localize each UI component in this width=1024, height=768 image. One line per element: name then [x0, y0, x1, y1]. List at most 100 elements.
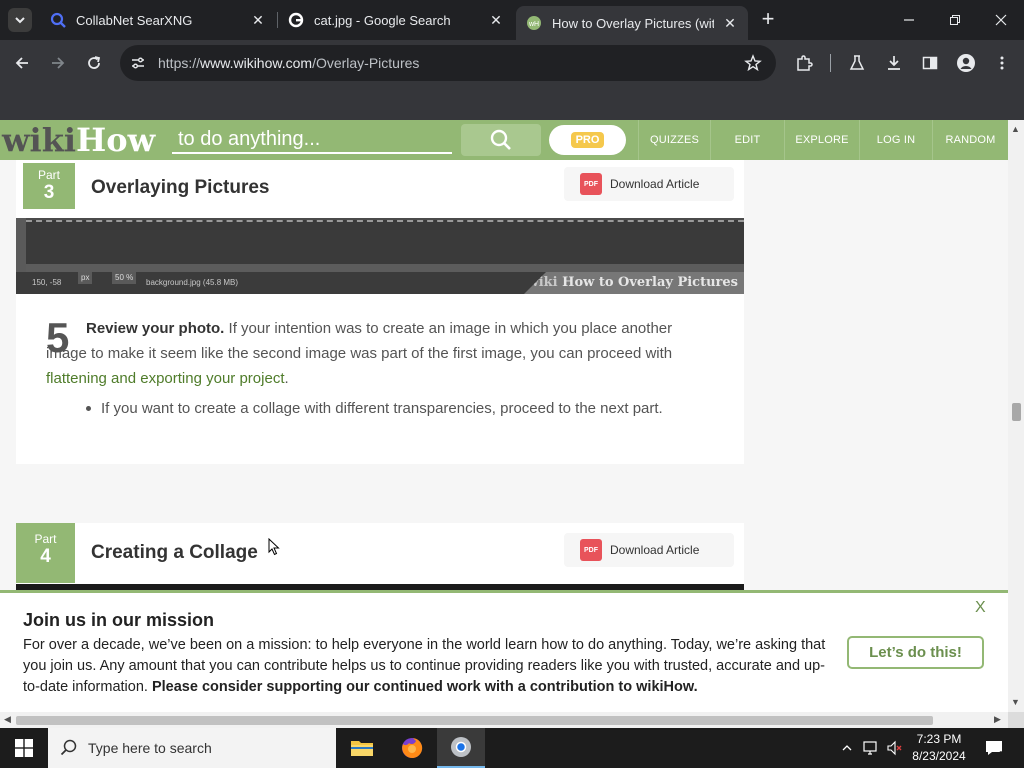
banner-bold: Please consider supporting our continued… — [151, 679, 698, 695]
taskbar-chrome[interactable] — [437, 728, 485, 768]
reload-button[interactable] — [82, 51, 106, 75]
svg-text:wH: wH — [528, 21, 539, 28]
nav-explore[interactable]: EXPLORE — [784, 120, 859, 160]
part-badge: Part 3 — [23, 163, 75, 209]
download-label: Download Article — [610, 177, 700, 191]
download-label: Download Article — [610, 543, 700, 557]
banner-close-button[interactable]: X — [975, 599, 986, 617]
tab-searxng[interactable]: CollabNet SearXNG ✕ — [40, 6, 276, 34]
restore-icon — [950, 15, 960, 25]
image-filename: background.jpg (45.8 MB) — [146, 278, 239, 287]
taskbar-search-placeholder: Type here to search — [88, 740, 212, 756]
start-button[interactable] — [0, 728, 48, 768]
pro-badge: PRO — [570, 132, 605, 148]
scroll-up-icon[interactable]: ▲ — [1011, 124, 1020, 134]
wikihow-watermark: wiki How to Overlay Pictures — [524, 272, 744, 294]
download-article-button[interactable]: PDF Download Article — [564, 167, 734, 201]
extensions-button[interactable] — [792, 51, 816, 75]
volume-button[interactable] — [884, 728, 906, 768]
browser-toolbar: https://www.wikihow.com/Overlay-Pictures — [0, 40, 1024, 86]
chevron-up-icon — [842, 745, 852, 751]
image-ruler — [16, 218, 26, 274]
scroll-right-icon[interactable]: ▶ — [994, 714, 1001, 725]
close-tab-icon[interactable]: ✕ — [488, 12, 504, 28]
back-button[interactable] — [10, 51, 34, 75]
pro-button[interactable]: PRO — [549, 125, 626, 155]
image-scrollbar — [26, 264, 744, 272]
puzzle-icon — [797, 55, 813, 71]
folder-icon — [351, 741, 373, 756]
volume-muted-icon — [887, 740, 902, 756]
address-bar[interactable]: https://www.wikihow.com/Overlay-Pictures — [120, 45, 776, 81]
forward-button[interactable] — [46, 51, 70, 75]
minimize-button[interactable] — [897, 8, 921, 32]
site-search-field — [172, 126, 452, 154]
article-image: 150, -58 px 50 % background.jpg (45.8 MB… — [16, 218, 744, 294]
step-5-card: 5 Review your photo. If your intention w… — [16, 294, 744, 464]
tab-title: CollabNet SearXNG — [76, 12, 193, 28]
firefox-icon — [402, 737, 423, 758]
nav-log-in[interactable]: LOG IN — [859, 120, 932, 160]
toolbar-divider — [830, 54, 831, 72]
side-panel-icon — [922, 56, 938, 70]
close-tab-icon[interactable]: ✕ — [722, 15, 738, 31]
clock-time: 7:23 PM — [916, 732, 962, 746]
site-info-icon[interactable] — [130, 55, 146, 76]
wikihow-logo[interactable]: wikiHow — [2, 122, 155, 158]
vertical-scrollbar[interactable]: ▲ ▼ — [1008, 120, 1024, 712]
downloads-button[interactable] — [882, 51, 906, 75]
close-tab-icon[interactable]: ✕ — [250, 12, 266, 28]
taskbar-search-box[interactable]: Type here to search — [48, 728, 336, 768]
browser-menu-button[interactable] — [990, 51, 1014, 75]
taskbar-clock[interactable]: 7:23 PM 8/23/2024 — [906, 731, 972, 765]
part-label: Part — [37, 168, 60, 182]
network-button[interactable] — [860, 728, 882, 768]
restore-button[interactable] — [943, 8, 967, 32]
profile-button[interactable] — [954, 51, 978, 75]
browser-tab-bar: CollabNet SearXNG ✕ cat.jpg - Google Sea… — [0, 0, 1024, 40]
download-article-button[interactable]: PDF Download Article — [564, 533, 734, 567]
notifications-button[interactable]: 2 — [980, 728, 1008, 768]
vertical-scroll-thumb[interactable] — [1012, 403, 1021, 421]
contribute-button[interactable]: Let’s do this! — [847, 636, 984, 669]
wikihow-header: wikiHow PRO QUIZZES EDIT EXPLORE LOG IN … — [0, 120, 1008, 160]
more-vertical-icon — [1000, 56, 1004, 70]
windows-logo-icon — [15, 739, 33, 757]
tab-google-search[interactable]: cat.jpg - Google Search ✕ — [278, 6, 514, 34]
url-prefix: https:// — [158, 55, 201, 71]
part-title: Creating a Collage — [91, 542, 258, 563]
url-text: https://www.wikihow.com/Overlay-Pictures — [158, 55, 419, 71]
nav-edit[interactable]: EDIT — [710, 120, 784, 160]
tab-search-button[interactable] — [8, 8, 32, 32]
url-domain: www.wikihow.com — [200, 55, 313, 71]
bookmark-star-icon[interactable] — [744, 54, 762, 77]
step-link[interactable]: flattening and exporting your project — [46, 370, 284, 387]
notification-icon: 2 — [986, 741, 1004, 758]
scroll-down-icon[interactable]: ▼ — [1011, 697, 1020, 707]
step-end: . — [284, 370, 289, 387]
nav-quizzes[interactable]: QUIZZES — [638, 120, 710, 160]
image-coords: 150, -58 — [32, 278, 62, 287]
watermark-text: How to Overlay Pictures — [562, 275, 738, 290]
site-search-input[interactable] — [172, 126, 452, 152]
wikihow-favicon-icon: wH — [526, 15, 542, 31]
tray-overflow-button[interactable] — [838, 728, 856, 768]
taskbar-file-explorer[interactable] — [338, 728, 386, 768]
part-4-header: Part 4 Creating a Collage PDF Download A… — [16, 523, 744, 585]
close-window-button[interactable] — [989, 8, 1013, 32]
clock-date: 8/23/2024 — [912, 749, 966, 763]
network-icon — [863, 741, 877, 755]
horizontal-scroll-thumb[interactable] — [16, 716, 933, 725]
new-tab-button[interactable]: + — [756, 8, 780, 32]
taskbar-firefox[interactable] — [388, 728, 436, 768]
image-unit: px — [78, 272, 93, 284]
scroll-left-icon[interactable]: ◀ — [4, 714, 11, 725]
labs-button[interactable] — [845, 51, 869, 75]
side-panel-button[interactable] — [918, 51, 942, 75]
nav-random[interactable]: RANDOM — [932, 120, 1008, 160]
tab-wikihow[interactable]: wH How to Overlay Pictures (with ✕ — [516, 6, 748, 40]
arrow-right-icon — [52, 57, 65, 69]
horizontal-scrollbar[interactable]: ◀ ▶ — [0, 712, 1008, 728]
site-search-button[interactable] — [461, 124, 541, 156]
banner-title: Join us in our mission — [23, 610, 215, 630]
